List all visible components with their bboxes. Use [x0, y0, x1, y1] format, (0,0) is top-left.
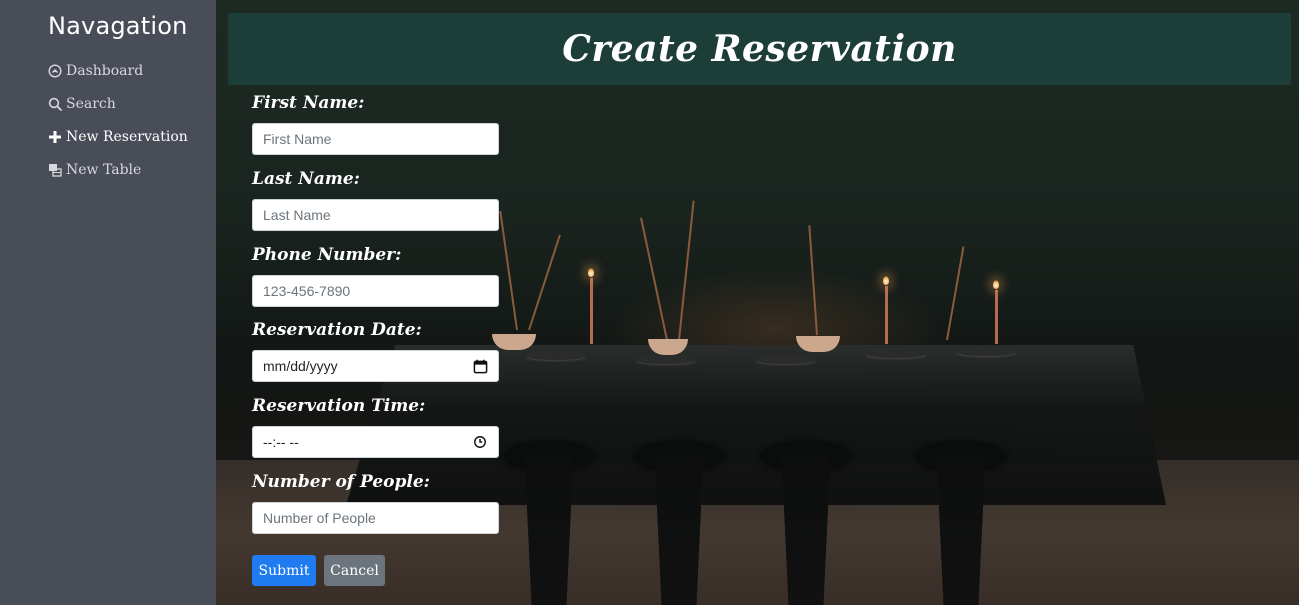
last-name-input[interactable]: Last Name	[252, 199, 499, 231]
reservation-date-label: Reservation Date:	[252, 320, 422, 340]
cancel-button[interactable]: Cancel	[324, 555, 385, 586]
plus-icon	[48, 130, 62, 144]
page-title: Create Reservation	[562, 28, 957, 70]
sidebar-item-label: Dashboard	[66, 63, 144, 79]
sidebar-item-label: New Table	[66, 162, 142, 178]
sidebar-title: Navagation	[48, 12, 188, 40]
last-name-label: Last Name:	[252, 169, 360, 189]
first-name-placeholder: First Name	[263, 131, 332, 147]
dashboard-icon	[48, 64, 62, 78]
sidebar-item-new-reservation[interactable]: New Reservation	[48, 126, 188, 148]
sidebar-item-label: Search	[66, 96, 116, 112]
number-of-people-label: Number of People:	[252, 472, 430, 492]
page-header: Create Reservation	[228, 13, 1291, 85]
reservation-time-input[interactable]: --:-- --	[252, 426, 499, 458]
search-icon	[48, 97, 62, 111]
sidebar-item-dashboard[interactable]: Dashboard	[48, 60, 143, 82]
reservation-date-value: mm/dd/yyyy	[263, 358, 338, 374]
sidebar-item-search[interactable]: Search	[48, 93, 116, 115]
number-of-people-input[interactable]: Number of People	[252, 502, 499, 534]
phone-number-label: Phone Number:	[252, 245, 402, 265]
calendar-icon[interactable]	[472, 358, 488, 374]
clock-icon[interactable]	[472, 434, 488, 450]
submit-button[interactable]: Submit	[252, 555, 316, 586]
reservation-time-value: --:-- --	[263, 434, 299, 450]
reservation-time-label: Reservation Time:	[252, 396, 426, 416]
first-name-label: First Name:	[252, 93, 365, 113]
first-name-input[interactable]: First Name	[252, 123, 499, 155]
phone-number-placeholder: 123-456-7890	[263, 283, 351, 299]
reservation-date-input[interactable]: mm/dd/yyyy	[252, 350, 499, 382]
sidebar-item-new-table[interactable]: New Table	[48, 159, 141, 181]
sidebar: Navagation Dashboard Search New Reservat…	[0, 0, 216, 605]
phone-number-input[interactable]: 123-456-7890	[252, 275, 499, 307]
number-of-people-placeholder: Number of People	[263, 510, 376, 526]
last-name-placeholder: Last Name	[263, 207, 331, 223]
sidebar-item-label: New Reservation	[66, 129, 188, 145]
table-icon	[48, 163, 62, 177]
